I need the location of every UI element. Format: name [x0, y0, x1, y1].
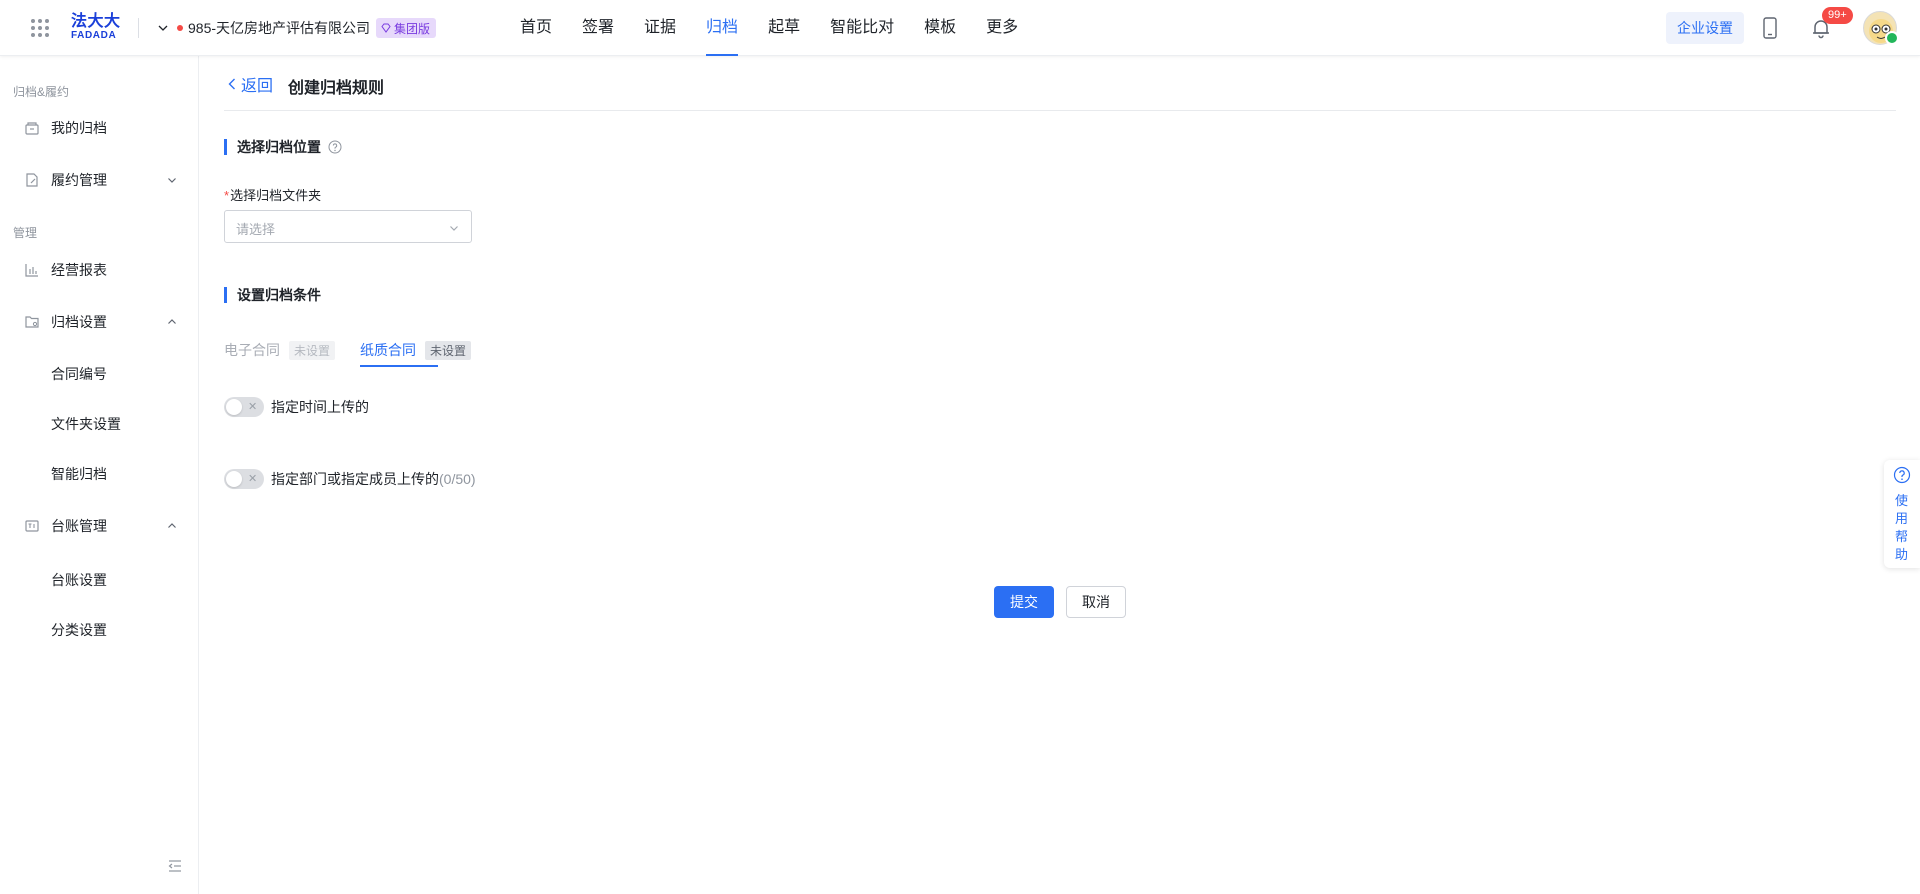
sidebar-item-ledger-settings[interactable]: 台账设置 [0, 560, 199, 600]
title-divider [224, 110, 1896, 111]
tab-label: 纸质合同 [360, 342, 416, 358]
chevron-down-icon [158, 25, 168, 31]
sidebar-item-label: 履约管理 [51, 172, 107, 188]
tab-status-tag: 未设置 [289, 340, 336, 360]
time-upload-toggle[interactable]: ✕ [224, 397, 264, 417]
required-mark: * [224, 188, 230, 203]
bar-chart-icon [25, 264, 38, 277]
back-label: 返回 [241, 78, 274, 95]
sidebar-group-archive: 归档&履约 [13, 85, 70, 99]
tab-paper-contract[interactable]: 纸质合同 未设置 [360, 338, 472, 362]
document-edit-icon [26, 173, 38, 187]
cancel-button[interactable]: 取消 [1066, 586, 1126, 618]
folder-label-text: 选择归档文件夹 [230, 188, 322, 203]
main-content: 返回 创建归档规则 选择归档位置 *选择归档文件夹 请选择 设置归档条件 电子合… [200, 56, 1920, 894]
chevron-up-icon [168, 523, 176, 528]
sidebar-item-performance[interactable]: 履约管理 [0, 160, 199, 200]
toggle-knob [226, 399, 242, 415]
tab-label: 电子合同 [224, 342, 280, 358]
member-upload-toggle[interactable]: ✕ [224, 469, 264, 489]
logo-cn: 法大大 [71, 13, 121, 30]
enterprise-settings-button[interactable]: 企业设置 [1666, 12, 1744, 44]
mobile-phone-icon[interactable] [1762, 17, 1778, 39]
company-switcher[interactable]: 985-天亿房地产评估有限公司 集团版 [157, 16, 437, 40]
select-placeholder: 请选择 [236, 222, 276, 237]
chevron-down-icon [168, 178, 176, 183]
sidebar-item-label: 合同编号 [51, 366, 107, 382]
toggle-label: 指定部门或指定成员上传的 [271, 471, 439, 487]
nav-home[interactable]: 首页 [520, 0, 552, 56]
section-archive-conditions: 设置归档条件 [224, 287, 321, 303]
section-title: 设置归档条件 [237, 287, 321, 303]
nav-evidence[interactable]: 证据 [644, 0, 676, 56]
nav-smart-compare[interactable]: 智能比对 [830, 0, 894, 56]
folder-field-label: *选择归档文件夹 [224, 185, 321, 204]
sidebar-item-label: 归档设置 [51, 314, 107, 330]
archive-folder-select[interactable]: 请选择 [224, 210, 472, 243]
fadada-logo[interactable]: 法大大 FADADA [71, 14, 125, 42]
badge-label: 集团版 [394, 21, 431, 36]
chevron-up-icon [168, 319, 176, 324]
notification-badge: 99+ [1822, 7, 1853, 24]
help-label: 使用帮助 [1895, 493, 1909, 562]
help-circle-icon [1893, 466, 1911, 484]
tab-electronic-contract[interactable]: 电子合同 未设置 [224, 338, 336, 362]
question-circle-icon[interactable] [328, 140, 342, 154]
group-edition-badge: 集团版 [376, 18, 437, 38]
sidebar-item-archive-settings[interactable]: 归档设置 [0, 302, 199, 342]
sidebar-item-business-report[interactable]: 经营报表 [0, 250, 199, 290]
nav-template[interactable]: 模板 [924, 0, 956, 56]
section-title: 选择归档位置 [237, 139, 321, 155]
submit-button[interactable]: 提交 [994, 586, 1054, 618]
nav-archive[interactable]: 归档 [706, 0, 739, 56]
back-link[interactable]: 返回 [226, 72, 273, 96]
nav-more[interactable]: 更多 [986, 0, 1018, 56]
sidebar-item-label: 我的归档 [51, 120, 107, 136]
nav-draft[interactable]: 起草 [768, 0, 800, 56]
company-name: 985-天亿房地产评估有限公司 [188, 20, 371, 36]
toggle-off-icon: ✕ [248, 401, 258, 413]
section-archive-location: 选择归档位置 [224, 139, 342, 155]
sidebar-item-label: 分类设置 [51, 622, 107, 638]
sidebar-item-label: 台账设置 [51, 572, 107, 588]
top-bar: 法大大 FADADA 985-天亿房地产评估有限公司 集团版 首页 签署 证据 … [0, 0, 1920, 56]
folder-settings-icon [25, 316, 39, 328]
member-count: (0/50) [439, 471, 476, 487]
status-dot [177, 25, 183, 31]
logo-en: FADADA [71, 30, 117, 41]
diamond-icon [381, 23, 391, 33]
chevron-down-icon [450, 226, 458, 231]
active-tab-underline [360, 365, 438, 367]
toggle-label: 指定时间上传的 [271, 399, 369, 415]
sidebar-item-my-archive[interactable]: 我的归档 [0, 108, 199, 148]
sidebar-item-label: 台账管理 [51, 518, 107, 534]
sidebar: 归档&履约 我的归档 履约管理 管理 经营报表 归档设置 合同编号 文件夹设置 … [0, 56, 199, 894]
main-nav: 首页 签署 证据 归档 起草 智能比对 模板 更多 [520, 0, 1048, 56]
sidebar-item-contract-number[interactable]: 合同编号 [0, 354, 199, 394]
verified-icon [1885, 31, 1899, 45]
ledger-icon [25, 520, 39, 532]
sidebar-item-label: 文件夹设置 [51, 416, 121, 432]
collapse-sidebar-icon[interactable] [167, 858, 183, 874]
archive-box-icon [25, 122, 39, 135]
toggle-knob [226, 471, 242, 487]
sidebar-item-ledger-management[interactable]: 台账管理 [0, 506, 199, 546]
sidebar-item-label: 经营报表 [51, 262, 107, 278]
app-grid-icon[interactable] [30, 18, 50, 38]
toggle-off-icon: ✕ [248, 473, 258, 485]
condition-time-row: ✕ 指定时间上传的 [224, 397, 369, 417]
help-widget[interactable]: 使用帮助 [1884, 460, 1920, 568]
tab-status-tag: 未设置 [425, 340, 472, 360]
sidebar-item-label: 智能归档 [51, 466, 107, 482]
header-divider [138, 18, 139, 38]
sidebar-item-smart-archive[interactable]: 智能归档 [0, 454, 199, 494]
chevron-left-icon [228, 78, 235, 90]
nav-sign[interactable]: 签署 [582, 0, 614, 56]
sidebar-item-category-settings[interactable]: 分类设置 [0, 610, 199, 650]
page-title: 创建归档规则 [288, 80, 385, 97]
sidebar-item-folder-settings[interactable]: 文件夹设置 [0, 404, 199, 444]
condition-member-row: ✕ 指定部门或指定成员上传的 (0/50) [224, 469, 476, 489]
sidebar-group-manage: 管理 [13, 226, 38, 240]
